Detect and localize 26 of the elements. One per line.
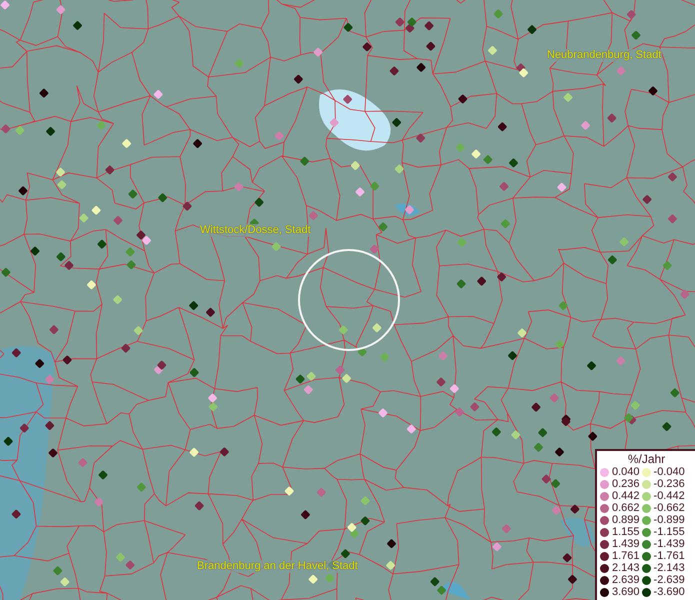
place-label: Brandenburg an der Havel, Stadt <box>196 560 359 573</box>
legend-value: -0.236 <box>654 478 685 490</box>
legend-value: 3.690 <box>612 586 640 598</box>
legend-value: -1.439 <box>654 538 685 550</box>
legend-value: 0.662 <box>612 502 640 514</box>
legend-value: 2.143 <box>612 562 640 574</box>
legend-value: -0.442 <box>654 490 685 502</box>
legend-value: 1.439 <box>612 538 640 550</box>
legend-value: 1.155 <box>612 526 640 538</box>
legend-value: 2.639 <box>612 574 640 586</box>
place-label: Neubrandenburg, Stadt <box>546 49 662 62</box>
legend-value: -0.040 <box>654 466 685 478</box>
legend-value: -0.662 <box>654 502 685 514</box>
legend-value: -1.155 <box>654 526 685 538</box>
legend-value: 0.040 <box>612 466 640 478</box>
place-label: Wittstock/Dosse, Stadt <box>199 224 312 237</box>
legend-value: -3.690 <box>654 586 685 598</box>
legend-value: 0.899 <box>612 514 640 526</box>
legend-value: 1.761 <box>612 550 640 562</box>
legend-value: 0.236 <box>612 478 640 490</box>
legend-value: -0.899 <box>654 514 685 526</box>
legend-value: -2.639 <box>654 574 685 586</box>
legend-title: %/Jahr <box>626 453 666 466</box>
legend-value: -1.761 <box>654 550 685 562</box>
legend-value: -2.143 <box>654 562 685 574</box>
legend-value: 0.442 <box>612 490 640 502</box>
